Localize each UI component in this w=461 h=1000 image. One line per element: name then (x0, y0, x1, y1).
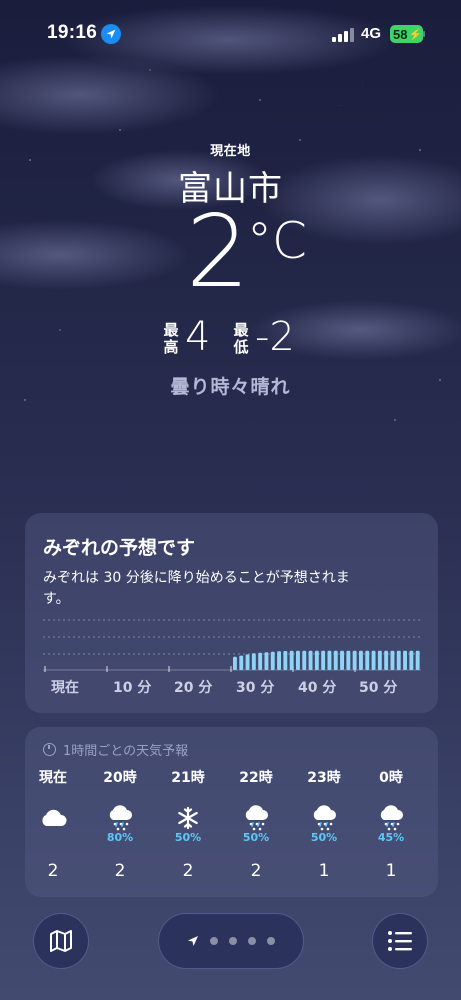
hour-temperature: 1 (385, 861, 397, 881)
precip-bar (289, 650, 294, 670)
page-dot[interactable] (267, 937, 275, 945)
precip-bar (403, 650, 407, 670)
high-label: 最高 (163, 321, 179, 356)
temperature-unit: °C (247, 212, 307, 270)
precip-bar (321, 650, 326, 670)
page-dot[interactable] (210, 937, 218, 945)
precip-bar (258, 652, 263, 670)
hour-item: 20時 80% 2 (90, 767, 150, 881)
battery-cap (423, 31, 425, 37)
hour-temperature: 2 (114, 861, 126, 881)
precipitation-card[interactable]: みぞれの予想です みぞれは 30 分後に降り始めることが予想されます。 現在 1… (25, 513, 438, 713)
precip-bar (302, 650, 307, 670)
hour-label: 0時 (379, 770, 403, 786)
status-time: 19:16 (47, 22, 98, 43)
precip-chance: 50% (242, 831, 270, 844)
precip-bar (352, 650, 357, 670)
tick-label: 10 分 (113, 680, 152, 696)
bottom-toolbar (0, 905, 461, 1000)
precip-bar (333, 650, 338, 670)
page-dot[interactable] (229, 937, 237, 945)
page-dot[interactable] (248, 937, 256, 945)
temperature-value: 2 (186, 193, 250, 310)
precip-bar (371, 650, 376, 670)
precip-bar (384, 650, 389, 670)
hour-temperature: 2 (47, 861, 59, 881)
hour-label: 23時 (307, 770, 341, 786)
tick-label: 20 分 (174, 680, 213, 696)
hourly-list: 現在 2 20時 80% 2 21時 50% 2 22時 50% 2 23時 50% 1 0時 45% 1 (25, 767, 438, 887)
list-icon (388, 931, 412, 951)
precip-bar (359, 650, 363, 670)
tick-label: 40 分 (298, 680, 337, 696)
hour-temperature: 2 (250, 861, 262, 881)
precip-bar (251, 653, 256, 670)
precip-bar (327, 650, 332, 670)
network-type: 4G (361, 25, 382, 42)
tick-label: 50 分 (359, 680, 398, 696)
hour-temperature: 2 (182, 861, 194, 881)
page-indicator[interactable] (158, 913, 304, 969)
tick-label: 現在 (51, 680, 79, 696)
precip-bar (283, 651, 288, 670)
precip-chance: 50% (174, 831, 202, 844)
hour-item: 22時 50% 2 (226, 767, 286, 881)
precip-chance: 45% (377, 831, 405, 844)
hourly-header-label: 1時間ごとの天気予報 (63, 744, 189, 759)
precip-bar (308, 650, 313, 670)
precip-bar (409, 650, 414, 670)
precip-bar (239, 655, 244, 670)
location-arrow-icon (101, 24, 121, 44)
precip-bar (277, 651, 281, 670)
tick-label: 30 分 (236, 680, 275, 696)
precip-bar (415, 650, 420, 670)
hour-item: 23時 50% 1 (294, 767, 354, 881)
precip-chance (23, 831, 83, 845)
precip-bar (346, 650, 351, 670)
precip-bar (340, 650, 344, 670)
low-value: -2 (255, 314, 295, 360)
precip-bar (264, 652, 269, 670)
precip-bar (377, 650, 382, 670)
hour-label: 20時 (103, 770, 137, 786)
precip-bar (390, 650, 395, 670)
hour-label: 22時 (239, 770, 273, 786)
hourly-forecast-card[interactable]: 1時間ごとの天気予報 現在 2 20時 80% 2 21時 50% 2 22時 50% 2 23時 50… (25, 727, 438, 897)
current-temperature: 2 °C (0, 202, 461, 310)
precip-bar (365, 650, 370, 670)
precip-bar (233, 656, 237, 670)
precip-chance: 50% (310, 831, 338, 844)
precip-chance: 80% (106, 831, 134, 844)
moon-icon (315, 62, 363, 106)
high-value: 4 (185, 314, 211, 360)
hourly-header: 1時間ごとの天気予報 (43, 740, 188, 759)
precip-description: みぞれは 30 分後に降り始めることが予想されます。 (43, 570, 350, 607)
battery-level: 58 (393, 26, 408, 42)
cellular-signal-icon (332, 28, 354, 42)
high-low: 最高 4 最低 -2 (0, 314, 461, 364)
precip-bar (314, 650, 319, 670)
weather-condition: 曇り時々晴れ (170, 376, 291, 398)
location-arrow-icon (188, 936, 198, 946)
hour-temperature: 1 (318, 861, 330, 881)
precip-bar (296, 650, 300, 670)
battery-icon: 58 ⚡ (390, 25, 423, 43)
map-button[interactable] (33, 913, 89, 969)
map-icon (50, 930, 72, 952)
precip-title: みぞれの予想です (43, 537, 196, 559)
location-label: 現在地 (210, 144, 251, 159)
hour-item: 現在 2 (23, 767, 83, 881)
hour-item: 21時 50% 2 (158, 767, 218, 881)
city-list-button[interactable] (372, 913, 428, 969)
status-bar: 19:16 4G 58 ⚡ (0, 0, 461, 66)
precip-bar (270, 651, 275, 670)
precip-bar (396, 650, 401, 670)
low-label: 最低 (233, 321, 249, 356)
clock-icon (43, 743, 56, 756)
hour-label: 現在 (39, 770, 67, 786)
hour-label: 21時 (171, 770, 205, 786)
hour-item: 0時 45% 1 (361, 767, 421, 881)
precip-bar (245, 654, 250, 670)
